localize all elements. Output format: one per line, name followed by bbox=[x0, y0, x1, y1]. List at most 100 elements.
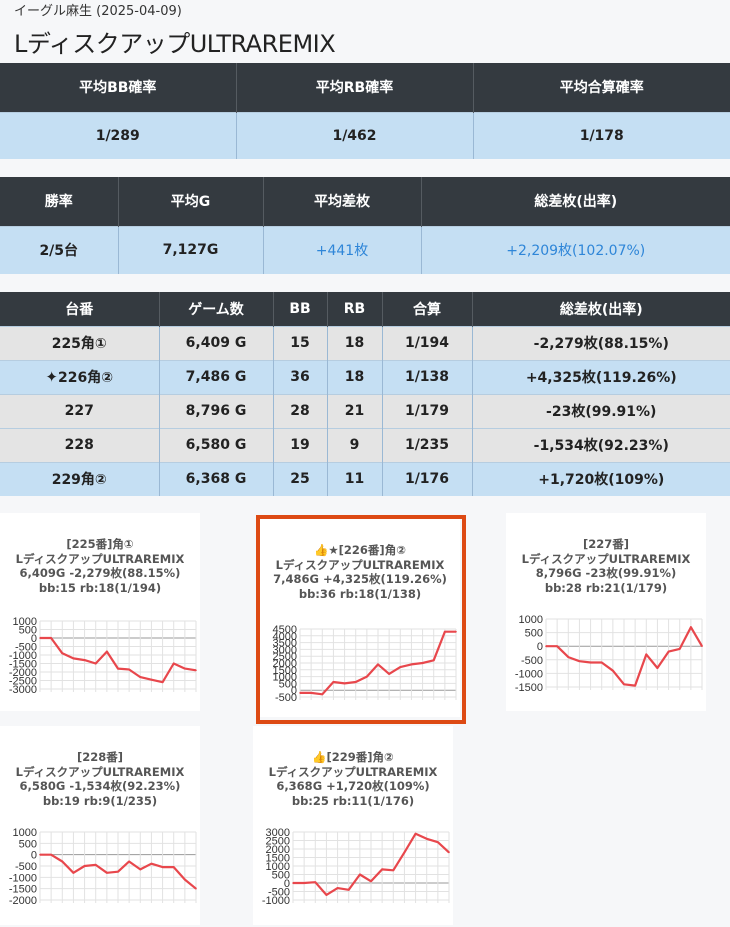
chart-title-line-1: [227番] bbox=[582, 537, 630, 551]
cell-bb: 25 bbox=[273, 461, 328, 496]
data-point bbox=[94, 864, 97, 866]
data-point bbox=[83, 659, 86, 661]
win-summary-table: 勝率 平均G 平均差枚 総差枚(出率) 2/5台 7,127G +441枚 +2… bbox=[0, 177, 730, 274]
data-point bbox=[325, 894, 328, 896]
header-avg-rb: 平均RB確率 bbox=[236, 63, 474, 112]
table-row[interactable]: 225角① 6,409 G 15 18 1/194 -2,279枚(88.15%… bbox=[0, 325, 730, 360]
y-tick-label: 0 bbox=[31, 850, 37, 862]
cell-rb: 18 bbox=[327, 325, 383, 360]
y-tick-label: -1500 bbox=[515, 682, 543, 693]
cell-machine-number: 229角② bbox=[0, 461, 160, 496]
line-chart-227: 1000 5000 -500-1000 -1500 bbox=[515, 614, 703, 693]
data-point bbox=[303, 882, 305, 884]
header-win-rate: 勝率 bbox=[0, 177, 119, 226]
data-point bbox=[425, 838, 428, 840]
header-avg-bb: 平均BB確率 bbox=[0, 63, 237, 112]
y-tick-label: 1000 bbox=[13, 827, 37, 839]
data-point bbox=[150, 678, 153, 681]
header-total-diff: 総差枚(出率) bbox=[421, 177, 730, 226]
chart-title-line-4: bb:19 rb:9(1/235) bbox=[42, 793, 158, 808]
data-point bbox=[117, 667, 119, 670]
col-rb: RB bbox=[327, 292, 383, 326]
data-point bbox=[184, 878, 186, 881]
data-point bbox=[392, 869, 395, 872]
table-row[interactable]: 229角② 6,368 G 25 11 1/176 +1,720枚(109%) bbox=[0, 461, 730, 496]
chart-card-228[interactable]: [228番] LディスクアップULTRAREMIX 6,580G -1,534枚… bbox=[0, 726, 200, 925]
cell-games: 6,409 G bbox=[159, 325, 274, 360]
cell-total: 1/179 bbox=[382, 393, 473, 428]
cell-bb: 28 bbox=[273, 393, 328, 428]
header-avg-total: 平均合算確率 bbox=[473, 63, 730, 112]
chart-card-227[interactable]: [227番] LディスクアップULTRAREMIX 8,796G -23枚(99… bbox=[506, 513, 706, 711]
chart-title-line-2: LディスクアップULTRAREMIX bbox=[521, 551, 691, 566]
value-avg-games: 7,127G bbox=[118, 225, 264, 274]
data-point bbox=[94, 662, 97, 665]
cell-total: 1/176 bbox=[382, 461, 473, 496]
chart-title-line-2: LディスクアップULTRAREMIX bbox=[268, 764, 438, 779]
data-point bbox=[195, 887, 197, 890]
cell-diff: +4,325枚(119.26%) bbox=[472, 359, 730, 394]
data-point bbox=[61, 652, 64, 655]
data-point bbox=[184, 667, 186, 670]
y-tick-label: -3000 bbox=[9, 684, 37, 695]
data-point bbox=[336, 887, 339, 889]
cell-games: 6,580 G bbox=[159, 427, 274, 462]
cell-diff: +1,720枚(109%) bbox=[472, 461, 730, 496]
data-point bbox=[72, 657, 75, 660]
data-point bbox=[314, 881, 317, 883]
data-point bbox=[589, 661, 592, 664]
chart-title-line-2: LディスクアップULTRAREMIX bbox=[15, 551, 185, 566]
chart-title-line-1: [225番]角① bbox=[66, 537, 134, 551]
cell-diff: -23枚(99.91%) bbox=[472, 393, 730, 428]
data-point bbox=[667, 650, 670, 653]
data-point bbox=[556, 645, 558, 647]
data-point bbox=[128, 668, 130, 671]
col-diff: 総差枚(出率) bbox=[472, 292, 730, 326]
chart-title-line-2: LディスクアップULTRAREMIX bbox=[15, 764, 185, 779]
data-point bbox=[414, 832, 417, 835]
chart-title-line-3: 8,796G -23枚(99.91%) bbox=[535, 566, 677, 580]
cell-rb: 11 bbox=[327, 461, 383, 496]
data-point bbox=[161, 866, 164, 868]
highlight-frame bbox=[256, 515, 466, 724]
chart-card-229[interactable]: 👍[229番]角② LディスクアップULTRAREMIX 6,368G +1,7… bbox=[253, 726, 453, 925]
data-point bbox=[172, 866, 175, 868]
data-point bbox=[656, 667, 659, 669]
y-tick-label: -1000 bbox=[9, 872, 37, 884]
data-point bbox=[61, 860, 64, 863]
data-point bbox=[117, 870, 119, 873]
line-chart-225: 10005000-500-1000-1500-2000-2500-3000 bbox=[9, 616, 197, 695]
y-tick-label: -1500 bbox=[9, 884, 37, 896]
y-tick-label: 1000 bbox=[519, 614, 543, 626]
data-point bbox=[83, 865, 86, 867]
cell-diff: -1,534枚(92.23%) bbox=[472, 427, 730, 462]
chart-title-line-1: 👍[229番]角② bbox=[312, 750, 394, 764]
value-avg-bb: 1/289 bbox=[0, 111, 237, 159]
col-bb: BB bbox=[273, 292, 328, 326]
cell-total: 1/194 bbox=[382, 325, 473, 360]
table-row[interactable]: 227 8,796 G 28 21 1/179 -23枚(99.91%) bbox=[0, 393, 730, 428]
data-point bbox=[128, 860, 130, 863]
table-row[interactable]: 228 6,580 G 19 9 1/235 -1,534枚(92.23%) bbox=[0, 427, 730, 462]
cell-total: 1/235 bbox=[382, 427, 473, 462]
line-chart-228: 10005000-500-1000-1500-2000 bbox=[9, 827, 197, 906]
data-point bbox=[139, 676, 142, 678]
cell-rb: 18 bbox=[327, 359, 383, 394]
y-tick-label: -2000 bbox=[9, 895, 37, 906]
data-point bbox=[403, 851, 406, 854]
data-point bbox=[690, 626, 692, 628]
data-point bbox=[578, 660, 581, 662]
data-point bbox=[545, 645, 547, 647]
cell-bb: 36 bbox=[273, 359, 328, 394]
table-row[interactable]: ✦226角② 7,486 G 36 18 1/138 +4,325枚(119.2… bbox=[0, 359, 730, 394]
chart-title-line-3: 6,368G +1,720枚(109%) bbox=[276, 779, 430, 793]
line-chart-229: 300025002000150010005000-500-1000 bbox=[262, 827, 450, 906]
chart-card-225[interactable]: [225番]角① LディスクアップULTRAREMIX 6,409G -2,27… bbox=[0, 513, 200, 711]
cell-diff: -2,279枚(88.15%) bbox=[472, 325, 730, 360]
data-point bbox=[359, 873, 361, 876]
header-avg-games: 平均G bbox=[118, 177, 264, 226]
store-date: イーグル麻生 (2025-04-09) bbox=[14, 4, 182, 19]
cell-rb: 9 bbox=[327, 427, 383, 462]
cell-bb: 19 bbox=[273, 427, 328, 462]
header-avg-diff: 平均差枚 bbox=[263, 177, 422, 226]
